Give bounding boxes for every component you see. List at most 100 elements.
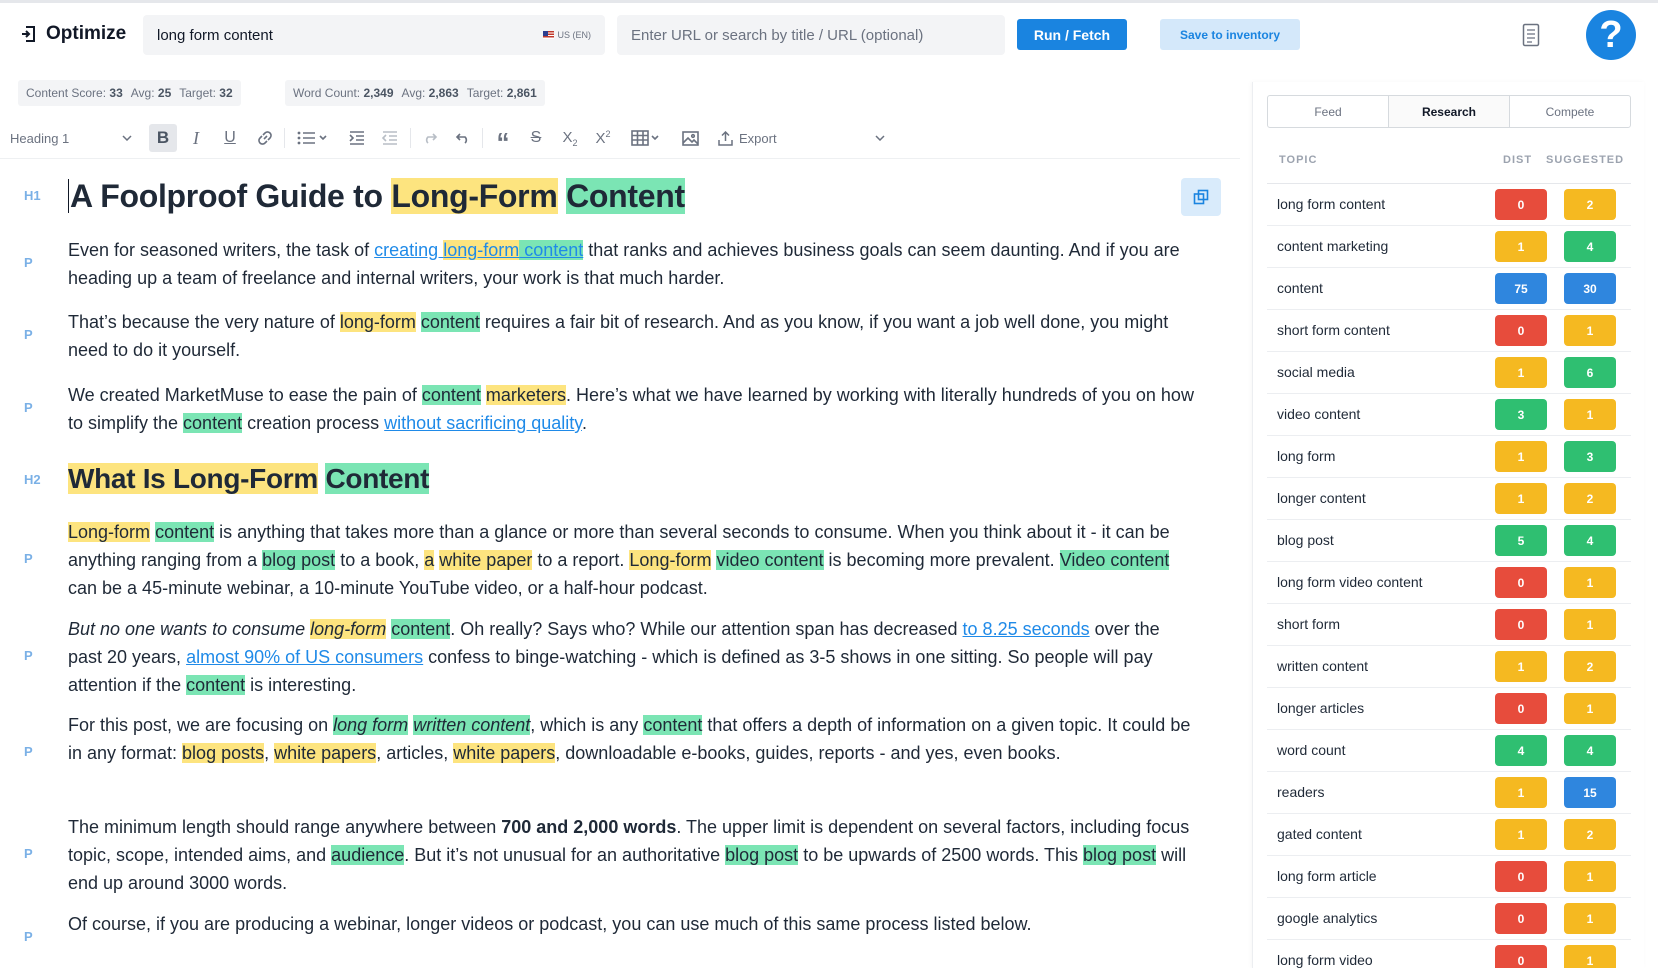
dist-badge: 75 — [1495, 273, 1547, 304]
export-label: Export — [739, 130, 777, 146]
table-row[interactable]: short form 0 1 — [1267, 604, 1631, 646]
keyword-highlight: long form — [333, 715, 409, 735]
superscript-button[interactable]: X2 — [589, 124, 617, 152]
link-8-25-seconds[interactable]: to 8.25 seconds — [963, 619, 1090, 639]
keyword-highlight: What Is Long-Form — [68, 463, 318, 494]
link-without-sacrificing-quality[interactable]: without sacrificing quality — [384, 413, 582, 433]
heading-style-select[interactable]: Heading 1 — [10, 124, 134, 152]
suggested-badge: 15 — [1564, 777, 1616, 808]
paragraph-text: We created MarketMuse to ease the pain o… — [68, 385, 422, 405]
table-row[interactable]: long form content 0 2 — [1267, 184, 1631, 226]
table-row[interactable]: content marketing 1 4 — [1267, 226, 1631, 268]
table-row[interactable]: long form video content 0 1 — [1267, 562, 1631, 604]
quote-button[interactable]: “ — [489, 124, 517, 157]
paragraph[interactable]: Long-form content is anything that takes… — [68, 518, 1198, 602]
tab-research[interactable]: Research — [1389, 96, 1510, 127]
table-row[interactable]: word count 4 4 — [1267, 730, 1631, 772]
run-fetch-button[interactable]: Run / Fetch — [1017, 19, 1127, 50]
tab-feed[interactable]: Feed — [1268, 96, 1389, 127]
paragraph-text: to a book, — [335, 550, 425, 570]
undo-button[interactable] — [449, 124, 477, 152]
paragraph[interactable]: Of course, if you are producing a webina… — [68, 910, 1198, 938]
url-search-input[interactable] — [617, 15, 1005, 55]
underline-icon: U — [224, 129, 236, 146]
table-row[interactable]: short form content 0 1 — [1267, 310, 1631, 352]
block-tag-p: P — [24, 744, 33, 759]
paragraph[interactable]: But no one wants to consume long-form co… — [68, 615, 1198, 699]
paragraph-text: The minimum length should range anywhere… — [68, 817, 502, 837]
paragraph-text: Even for seasoned writers, the task of — [68, 240, 375, 260]
column-header-topic[interactable]: TOPIC — [1279, 154, 1317, 166]
table-row[interactable]: written content 1 2 — [1267, 646, 1631, 688]
table-row[interactable]: blog post 5 4 — [1267, 520, 1631, 562]
table-row[interactable]: longer content 1 2 — [1267, 478, 1631, 520]
table-row[interactable]: readers 1 15 — [1267, 772, 1631, 814]
heading-text: A Foolproof Guide to — [70, 178, 392, 214]
dist-badge: 1 — [1495, 483, 1547, 514]
strikethrough-icon: S — [530, 129, 542, 146]
table-row[interactable]: gated content 1 2 — [1267, 814, 1631, 856]
toolbar-divider — [482, 128, 483, 148]
editor-content[interactable]: H1 A Foolproof Guide to Long-Form Conten… — [0, 160, 1240, 968]
keyword-highlight: blog posts — [182, 743, 265, 763]
content-target-label: Target: — [179, 86, 216, 100]
bold-text: 700 and 2,000 words — [501, 817, 677, 837]
block-tag-p: P — [24, 255, 33, 270]
strikethrough-button[interactable]: S — [522, 124, 550, 152]
tab-compete[interactable]: Compete — [1510, 96, 1630, 127]
dist-badge: 0 — [1495, 609, 1547, 640]
heading-2[interactable]: What Is Long-Form Content — [68, 460, 1198, 498]
bullet-list-button[interactable] — [292, 124, 332, 152]
keyword-highlight: white papers — [453, 743, 556, 763]
editor-toolbar: Heading 1 B I U “ S X2 X2 Export — [0, 120, 1240, 156]
link-button[interactable] — [251, 124, 279, 152]
keyword-highlight: content — [155, 522, 215, 542]
bold-button[interactable]: B — [149, 124, 177, 152]
export-button[interactable]: Export — [718, 126, 885, 150]
table-row[interactable]: long form video 0 1 — [1267, 940, 1631, 968]
keyword-value: long form content — [157, 26, 273, 44]
table-row[interactable]: long form article 0 1 — [1267, 856, 1631, 898]
column-header-suggested[interactable]: SUGGESTED — [1546, 154, 1624, 166]
keyword-highlight: written content — [413, 715, 531, 735]
table-row[interactable]: longer articles 0 1 — [1267, 688, 1631, 730]
image-button[interactable] — [676, 124, 704, 152]
paragraph[interactable]: Even for seasoned writers, the task of c… — [68, 236, 1198, 292]
italic-button[interactable]: I — [182, 124, 210, 152]
link-creating-long-form-content[interactable]: creating long-form content — [374, 240, 584, 260]
paragraph[interactable]: For this post, we are focusing on long f… — [68, 711, 1198, 767]
indent-button[interactable] — [343, 124, 371, 152]
keyword-input[interactable]: long form content US (EN) — [143, 15, 605, 55]
underline-button[interactable]: U — [216, 124, 244, 152]
brand[interactable]: Optimize — [20, 23, 126, 45]
research-panel: Feed Research Compete TOPIC DIST SUGGEST… — [1252, 82, 1644, 968]
suggested-badge: 1 — [1564, 693, 1616, 724]
outdent-icon — [382, 131, 397, 145]
outdent-button[interactable] — [376, 124, 404, 152]
suggested-badge: 1 — [1564, 945, 1616, 968]
table-row[interactable]: video content 3 1 — [1267, 394, 1631, 436]
table-row[interactable]: content 75 30 — [1267, 268, 1631, 310]
save-to-inventory-button[interactable]: Save to inventory — [1160, 19, 1300, 50]
table-button[interactable] — [626, 124, 666, 152]
paragraph[interactable]: We created MarketMuse to ease the pain o… — [68, 381, 1198, 437]
document-icon[interactable] — [1522, 23, 1540, 47]
table-row[interactable]: google analytics 0 1 — [1267, 898, 1631, 940]
keyword-highlight: long-form — [339, 312, 416, 332]
help-button[interactable]: ? — [1586, 10, 1636, 60]
dist-badge: 3 — [1495, 399, 1547, 430]
table-row[interactable]: social media 1 6 — [1267, 352, 1631, 394]
subscript-button[interactable]: X2 — [556, 124, 584, 152]
table-row[interactable]: long form 1 3 — [1267, 436, 1631, 478]
paragraph[interactable]: That’s because the very nature of long-f… — [68, 308, 1198, 364]
column-header-dist[interactable]: DIST — [1503, 154, 1532, 166]
topic-label: long form — [1277, 448, 1336, 464]
paragraph[interactable]: The minimum length should range anywhere… — [68, 813, 1198, 897]
redo-button[interactable] — [416, 124, 444, 152]
heading-1[interactable]: A Foolproof Guide to Long-Form Content — [68, 174, 1198, 218]
locale-selector[interactable]: US (EN) — [542, 30, 591, 40]
bold-icon: B — [156, 128, 170, 147]
dist-badge: 1 — [1495, 819, 1547, 850]
link-us-consumers[interactable]: almost 90% of US consumers — [186, 647, 423, 667]
quote-icon: “ — [496, 127, 510, 157]
